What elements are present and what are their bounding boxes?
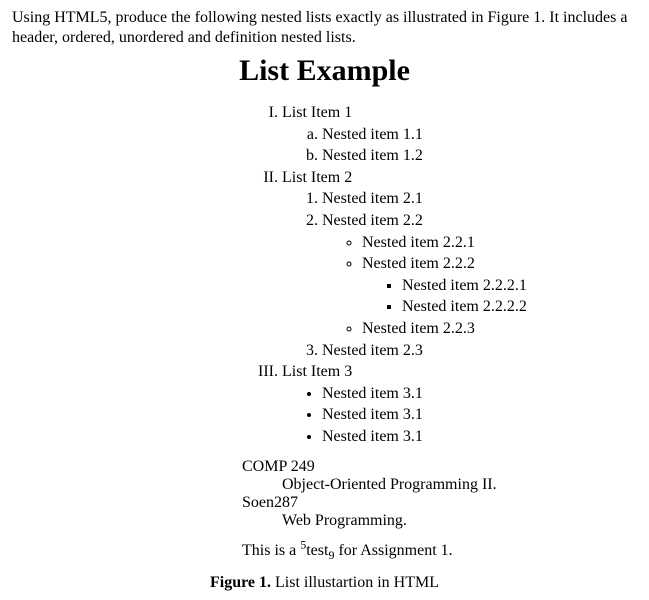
list-text: Nested item 2.2.2 <box>362 255 475 272</box>
def-term: COMP 249 <box>242 458 637 476</box>
example-block: List Item 1 Nested item 1.1 Nested item … <box>242 102 637 560</box>
nested-square-list: Nested item 2.2.2.1 Nested item 2.2.2.2 <box>362 275 637 318</box>
figure-caption: Figure 1. List illustartion in HTML <box>12 574 637 592</box>
list-item: Nested item 1.2 <box>322 145 637 167</box>
nested-disc-list: Nested item 3.1 Nested item 3.1 Nested i… <box>282 383 637 448</box>
intro-text: Using HTML5, produce the following neste… <box>12 8 637 48</box>
list-text: List Item 2 <box>282 169 352 186</box>
caption-text: List illustartion in HTML <box>271 574 439 591</box>
list-item: List Item 1 Nested item 1.1 Nested item … <box>282 102 637 167</box>
list-item: Nested item 2.2.2.2 <box>402 296 637 318</box>
list-item: List Item 2 Nested item 2.1 Nested item … <box>282 167 637 361</box>
list-text: Nested item 2.2 <box>322 212 423 229</box>
list-item: Nested item 1.1 <box>322 124 637 146</box>
list-item: Nested item 3.1 <box>322 383 637 405</box>
list-item: Nested item 2.2 Nested item 2.2.1 Nested… <box>322 210 637 340</box>
nested-circle-list: Nested item 2.2.1 Nested item 2.2.2 Nest… <box>322 232 637 340</box>
list-item: Nested item 2.2.2 Nested item 2.2.2.1 Ne… <box>362 253 637 318</box>
outer-ordered-list: List Item 1 Nested item 1.1 Nested item … <box>242 102 637 448</box>
page-title: List Example <box>12 54 637 88</box>
definition-list: COMP 249 Object-Oriented Programming II.… <box>242 458 637 530</box>
footer-sentence: This is a 5test9 for Assignment 1. <box>242 542 637 560</box>
nested-alpha-list: Nested item 1.1 Nested item 1.2 <box>282 124 637 167</box>
list-item: List Item 3 Nested item 3.1 Nested item … <box>282 361 637 447</box>
def-desc: Object-Oriented Programming II. <box>282 476 637 494</box>
list-item: Nested item 2.3 <box>322 340 637 362</box>
list-item: Nested item 3.1 <box>322 404 637 426</box>
list-text: List Item 1 <box>282 104 352 121</box>
list-item: Nested item 3.1 <box>322 426 637 448</box>
list-item: Nested item 2.2.1 <box>362 232 637 254</box>
foot-post: for Assignment 1. <box>334 542 452 559</box>
foot-pre: This is a <box>242 542 300 559</box>
def-term: Soen287 <box>242 494 637 512</box>
foot-mid: test <box>306 542 328 559</box>
list-item: Nested item 2.2.3 <box>362 318 637 340</box>
def-desc: Web Programming. <box>282 512 637 530</box>
caption-label: Figure 1. <box>210 574 271 591</box>
list-item: Nested item 2.2.2.1 <box>402 275 637 297</box>
list-item: Nested item 2.1 <box>322 188 637 210</box>
nested-decimal-list: Nested item 2.1 Nested item 2.2 Nested i… <box>282 188 637 361</box>
list-text: List Item 3 <box>282 363 352 380</box>
